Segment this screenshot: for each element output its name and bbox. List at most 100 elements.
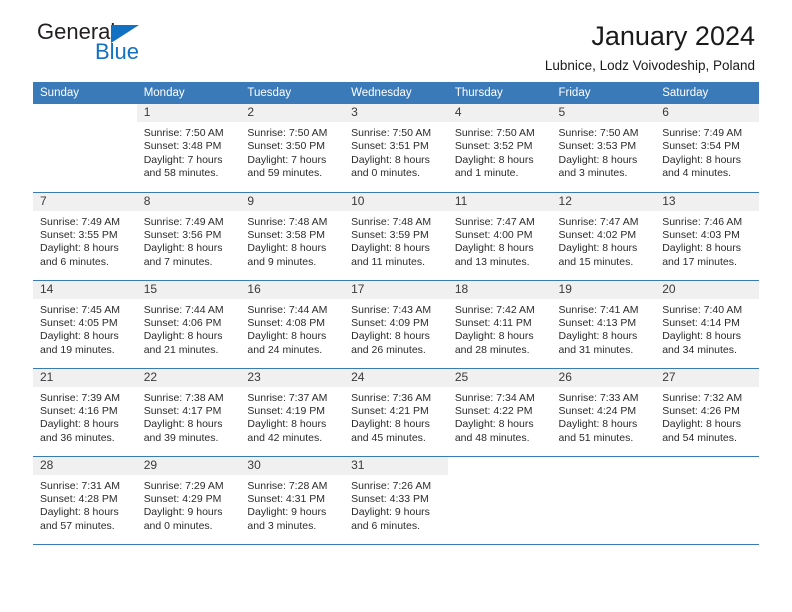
calendar-day-cell[interactable]: 18 Sunrise: 7:42 AM Sunset: 4:11 PM Dayligh… [447,280,552,369]
day-cell-content: 16 Sunrise: 7:44 AM Sunset: 4:08 PM Dayligh… [240,280,345,368]
day-info-sunrise: Sunrise: 7:46 AM [662,215,743,228]
day-info-sunrise: Sunrise: 7:26 AM [351,479,432,492]
title-block: January 2024 Lubnice, Lodz Voivodeship, … [545,20,755,75]
calendar-day-cell[interactable]: 22 Sunrise: 7:38 AM Sunset: 4:17 PM Dayligh… [136,368,241,457]
calendar-day-cell[interactable]: 8 Sunrise: 7:49 AM Sunset: 3:56 PM Daylight… [136,192,241,281]
day-number: 23 [240,368,345,387]
day-cell-content [655,456,759,544]
calendar-day-cell[interactable]: 10 Sunrise: 7:48 AM Sunset: 3:59 PM Dayligh… [344,192,448,281]
general-blue-logo[interactable]: General Blue [37,20,247,72]
calendar-day-cell[interactable]: 3 Sunrise: 7:50 AM Sunset: 3:51 PM Daylight… [344,104,448,193]
day-info-sunset: Sunset: 4:11 PM [454,316,532,329]
calendar-day-cell[interactable]: 28 Sunrise: 7:31 AM Sunset: 4:28 PM Dayligh… [33,456,137,545]
day-info-daylight2: and 54 minutes. [662,431,737,444]
calendar-cell-empty [551,456,656,545]
calendar-day-cell[interactable]: 12 Sunrise: 7:47 AM Sunset: 4:02 PM Dayligh… [551,192,656,281]
day-info-sunset: Sunset: 4:17 PM [143,404,222,417]
day-info-daylight1: Daylight: 8 hours [40,330,119,343]
calendar-day-cell[interactable]: 29 Sunrise: 7:29 AM Sunset: 4:29 PM Dayligh… [136,456,241,545]
day-info-sunrise: Sunrise: 7:50 AM [351,127,432,139]
calendar-day-cell[interactable]: 11 Sunrise: 7:47 AM Sunset: 4:00 PM Dayligh… [447,192,552,281]
calendar-day-cell[interactable]: 13 Sunrise: 7:46 AM Sunset: 4:03 PM Dayligh… [655,192,759,281]
calendar-day-cell[interactable]: 30 Sunrise: 7:28 AM Sunset: 4:31 PM Dayligh… [240,456,345,545]
day-cell-content: 2 Sunrise: 7:50 AM Sunset: 3:50 PM Daylight… [240,104,345,192]
day-info-daylight1: Daylight: 8 hours [558,418,638,431]
day-info-daylight1: Daylight: 8 hours [247,242,327,255]
day-info-sunset: Sunset: 4:05 PM [40,316,118,329]
day-sun-info: Sunrise: 7:44 AM Sunset: 4:06 PM Daylight:… [137,299,241,358]
day-info-sunset: Sunset: 4:19 PM [247,404,326,417]
calendar-day-cell[interactable]: 24 Sunrise: 7:36 AM Sunset: 4:21 PM Dayligh… [344,368,448,457]
calendar-day-cell[interactable]: 4 Sunrise: 7:50 AM Sunset: 3:52 PM Daylight… [447,104,552,193]
day-info-sunrise: Sunrise: 7:37 AM [247,391,328,404]
day-number: 5 [551,104,656,122]
calendar-day-cell[interactable]: 2 Sunrise: 7:50 AM Sunset: 3:50 PM Daylight… [240,104,345,193]
day-info-sunrise: Sunrise: 7:44 AM [247,303,328,316]
day-cell-content: 4 Sunrise: 7:50 AM Sunset: 3:52 PM Daylight… [447,104,552,192]
day-info-sunrise: Sunrise: 7:50 AM [143,127,224,139]
day-info-sunrise: Sunrise: 7:50 AM [558,127,639,139]
calendar-day-cell[interactable]: 7 Sunrise: 7:49 AM Sunset: 3:55 PM Daylight… [33,192,137,281]
calendar-day-cell[interactable]: 26 Sunrise: 7:33 AM Sunset: 4:24 PM Dayligh… [551,368,656,457]
day-cell-content: 29 Sunrise: 7:29 AM Sunset: 4:29 PM Dayligh… [136,456,241,544]
day-sun-info: Sunrise: 7:33 AM Sunset: 4:24 PM Daylight:… [552,387,656,446]
calendar-day-cell[interactable]: 20 Sunrise: 7:40 AM Sunset: 4:14 PM Dayligh… [655,280,759,369]
day-sun-info: Sunrise: 7:28 AM Sunset: 4:31 PM Daylight:… [240,475,344,534]
day-sun-info: Sunrise: 7:47 AM Sunset: 4:00 PM Daylight:… [448,211,552,270]
calendar-day-cell[interactable]: 19 Sunrise: 7:41 AM Sunset: 4:13 PM Dayligh… [551,280,656,369]
day-cell-content: 14 Sunrise: 7:45 AM Sunset: 4:05 PM Dayligh… [33,280,137,368]
calendar-day-cell[interactable]: 15 Sunrise: 7:44 AM Sunset: 4:06 PM Dayligh… [136,280,241,369]
day-info-daylight2: and 4 minutes. [662,167,732,180]
calendar-day-cell[interactable]: 14 Sunrise: 7:45 AM Sunset: 4:05 PM Dayligh… [33,280,137,369]
day-info-sunset: Sunset: 4:02 PM [558,228,637,241]
day-number: 14 [33,280,137,299]
calendar-day-cell[interactable]: 31 Sunrise: 7:26 AM Sunset: 4:33 PM Dayligh… [344,456,448,545]
day-sun-info: Sunrise: 7:39 AM Sunset: 4:16 PM Daylight:… [33,387,137,446]
calendar-cell-empty [33,104,137,193]
day-sun-info [33,122,137,127]
day-cell-content: 15 Sunrise: 7:44 AM Sunset: 4:06 PM Dayligh… [136,280,241,368]
day-sun-info: Sunrise: 7:37 AM Sunset: 4:19 PM Daylight:… [240,387,344,446]
calendar-day-cell[interactable]: 16 Sunrise: 7:44 AM Sunset: 4:08 PM Dayligh… [240,280,345,369]
day-info-sunset: Sunset: 4:08 PM [247,316,326,329]
calendar-day-cell[interactable]: 23 Sunrise: 7:37 AM Sunset: 4:19 PM Dayligh… [240,368,345,457]
calendar-day-cell[interactable]: 5 Sunrise: 7:50 AM Sunset: 3:53 PM Daylight… [551,104,656,193]
day-cell-content: 10 Sunrise: 7:48 AM Sunset: 3:59 PM Dayligh… [344,192,448,280]
day-info-daylight2: and 45 minutes. [351,431,426,444]
day-cell-content: 5 Sunrise: 7:50 AM Sunset: 3:53 PM Daylight… [551,104,656,192]
day-cell-content: 20 Sunrise: 7:40 AM Sunset: 4:14 PM Dayligh… [655,280,759,368]
day-info-daylight1: Daylight: 8 hours [454,330,534,343]
weekday-header-tuesday: Tuesday [240,82,345,104]
day-number: 10 [344,192,448,211]
day-info-sunrise: Sunrise: 7:38 AM [143,391,224,404]
day-number: 2 [240,104,345,122]
calendar-day-cell[interactable]: 6 Sunrise: 7:49 AM Sunset: 3:54 PM Daylight… [655,104,759,193]
day-info-daylight2: and 0 minutes. [143,519,213,532]
day-sun-info: Sunrise: 7:48 AM Sunset: 3:59 PM Daylight:… [344,211,448,270]
day-info-daylight1: Daylight: 7 hours [143,153,223,166]
calendar-day-cell[interactable]: 25 Sunrise: 7:34 AM Sunset: 4:22 PM Dayligh… [447,368,552,457]
day-number: 17 [344,280,448,299]
day-sun-info: Sunrise: 7:50 AM Sunset: 3:51 PM Daylight:… [344,122,448,181]
calendar-day-cell[interactable]: 21 Sunrise: 7:39 AM Sunset: 4:16 PM Dayligh… [33,368,137,457]
day-info-sunrise: Sunrise: 7:42 AM [454,303,535,316]
day-sun-info: Sunrise: 7:41 AM Sunset: 4:13 PM Daylight:… [552,299,656,358]
day-info-daylight2: and 58 minutes. [143,167,219,180]
calendar-day-cell[interactable]: 17 Sunrise: 7:43 AM Sunset: 4:09 PM Dayligh… [344,280,448,369]
day-info-sunrise: Sunrise: 7:44 AM [143,303,224,316]
day-sun-info [448,475,552,480]
day-number: 25 [447,368,552,387]
calendar-day-cell[interactable]: 27 Sunrise: 7:32 AM Sunset: 4:26 PM Dayligh… [655,368,759,457]
day-number: 3 [344,104,448,122]
day-info-daylight2: and 7 minutes. [143,255,213,268]
weekday-header-monday: Monday [136,82,241,104]
day-cell-content: 13 Sunrise: 7:46 AM Sunset: 4:03 PM Dayligh… [655,192,759,280]
calendar-day-cell[interactable]: 1 Sunrise: 7:50 AM Sunset: 3:48 PM Daylight… [136,104,241,193]
calendar-day-cell[interactable]: 9 Sunrise: 7:48 AM Sunset: 3:58 PM Daylight… [240,192,345,281]
day-info-sunset: Sunset: 4:06 PM [143,316,222,329]
day-cell-content: 30 Sunrise: 7:28 AM Sunset: 4:31 PM Dayligh… [240,456,345,544]
day-info-sunset: Sunset: 3:59 PM [351,228,429,241]
day-info-sunrise: Sunrise: 7:41 AM [558,303,639,316]
day-info-sunset: Sunset: 3:51 PM [351,140,429,153]
day-info-daylight2: and 28 minutes. [454,343,530,356]
